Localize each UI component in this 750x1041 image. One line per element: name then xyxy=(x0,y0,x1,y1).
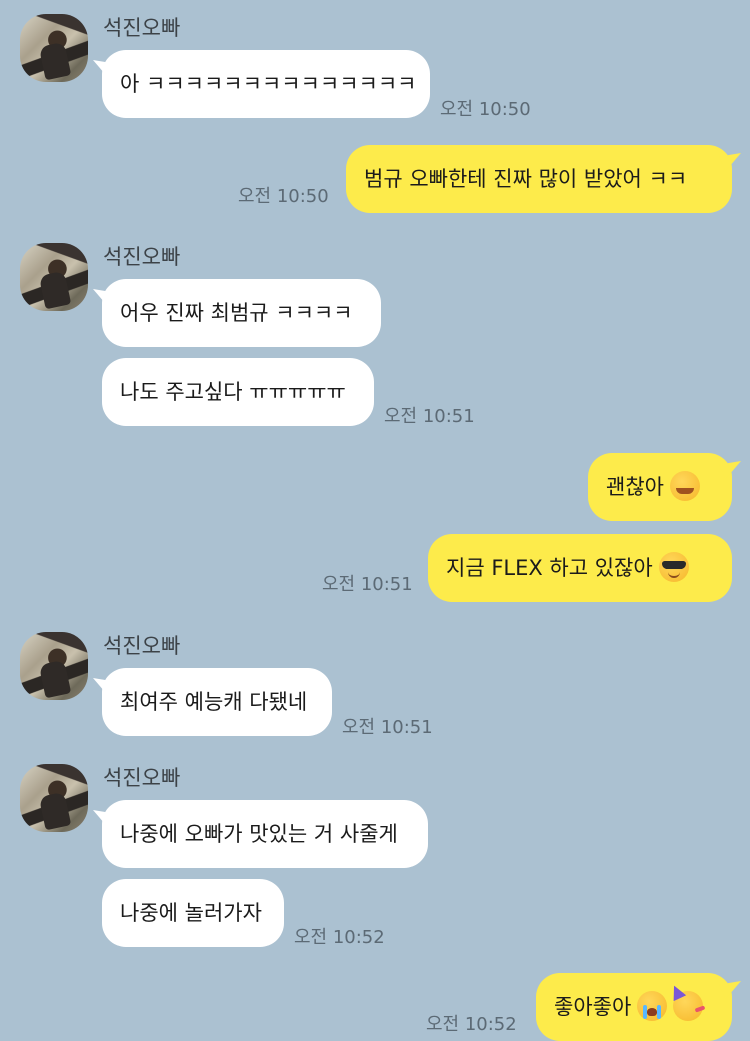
message-bubble-incoming[interactable]: 나도 주고싶다 ㅠㅠㅠㅠㅠ xyxy=(102,358,374,426)
message-bubble-incoming[interactable]: 아 ㅋㅋㅋㅋㅋㅋㅋㅋㅋㅋㅋㅋㅋㅋ xyxy=(102,50,430,118)
message-text: 괜찮아 xyxy=(606,475,664,499)
message-time: 오전 10:50 xyxy=(238,186,329,207)
message-text: 최여주 예능캐 다됐네 xyxy=(120,690,308,714)
message-bubble-outgoing[interactable]: 범규 오빠한테 진짜 많이 받았어 ㅋㅋ xyxy=(346,145,732,213)
message-bubble-incoming[interactable]: 나중에 놀러가자 xyxy=(102,879,284,947)
message-bubble-incoming[interactable]: 나중에 오빠가 맛있는 거 사줄게 xyxy=(102,800,428,868)
sender-name: 석진오빠 xyxy=(103,245,181,269)
message-text: 나도 주고싶다 ㅠㅠㅠㅠㅠ xyxy=(120,380,346,404)
message-text: 나중에 놀러가자 xyxy=(120,901,262,925)
sender-name: 석진오빠 xyxy=(103,16,181,40)
message-text: 나중에 오빠가 맛있는 거 사줄게 xyxy=(120,822,398,846)
loudly-crying-face-icon xyxy=(637,991,668,1021)
sender-name: 석진오빠 xyxy=(103,634,181,658)
message-bubble-outgoing[interactable]: 지금 FLEX 하고 있잖아 xyxy=(428,534,732,602)
smiling-face-with-open-hands-icon xyxy=(669,471,700,501)
message-text: 어우 진짜 최범규 ㅋㅋㅋㅋ xyxy=(120,301,353,325)
sender-avatar[interactable] xyxy=(20,14,88,82)
message-text: 지금 FLEX 하고 있잖아 xyxy=(446,556,653,580)
message-bubble-incoming[interactable]: 어우 진짜 최범규 ㅋㅋㅋㅋ xyxy=(102,279,381,347)
message-bubble-incoming[interactable]: 최여주 예능캐 다됐네 xyxy=(102,668,332,736)
sender-avatar[interactable] xyxy=(20,632,88,700)
message-bubble-outgoing[interactable]: 괜찮아 xyxy=(588,453,732,521)
message-time: 오전 10:51 xyxy=(322,574,413,595)
smiling-face-with-sunglasses-icon xyxy=(658,552,689,582)
message-text: 범규 오빠한테 진짜 많이 받았어 ㅋㅋ xyxy=(364,167,688,191)
message-time: 오전 10:51 xyxy=(384,406,475,427)
sender-name: 석진오빠 xyxy=(103,766,181,790)
message-time: 오전 10:52 xyxy=(426,1014,517,1035)
message-time: 오전 10:52 xyxy=(294,927,385,948)
message-text: 좋아좋아 xyxy=(554,995,632,1019)
sender-avatar[interactable] xyxy=(20,243,88,311)
message-time: 오전 10:50 xyxy=(440,99,531,120)
message-time: 오전 10:51 xyxy=(342,717,433,738)
sender-avatar[interactable] xyxy=(20,764,88,832)
partying-face-icon xyxy=(673,991,704,1021)
message-bubble-outgoing[interactable]: 좋아좋아 xyxy=(536,973,732,1041)
message-text: 아 ㅋㅋㅋㅋㅋㅋㅋㅋㅋㅋㅋㅋㅋㅋ xyxy=(120,72,417,96)
